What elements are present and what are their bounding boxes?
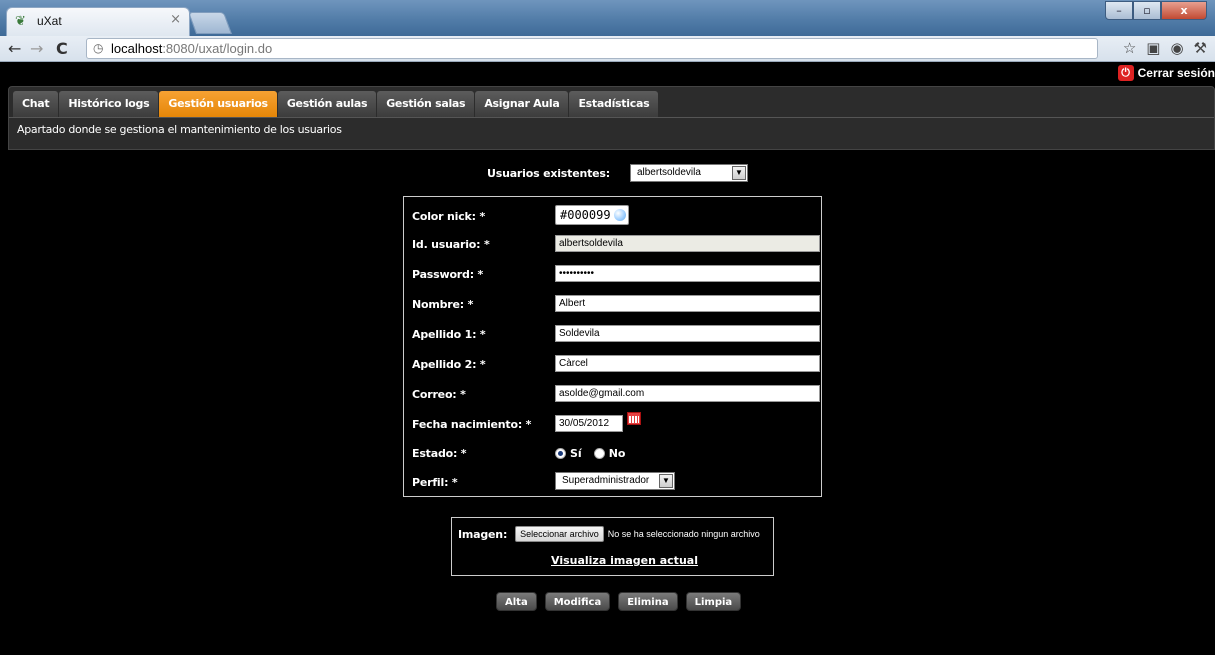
favicon-icon: ❦ (15, 14, 26, 29)
power-icon: ⏻ (1117, 65, 1134, 81)
logout-label: Cerrar sesión (1137, 66, 1215, 80)
chevron-down-icon: ▼ (659, 474, 673, 488)
users-select[interactable]: albertsoldevila ▼ (629, 164, 748, 182)
app-top-bar: ⏻ Cerrar sesión (0, 62, 1215, 86)
users-label: Usuarios existentes: (487, 166, 610, 180)
apellido2-input[interactable]: Càrcel (555, 355, 820, 372)
users-selector-row: Usuarios existentes: albertsoldevila ▼ (487, 164, 748, 182)
wrench-icon[interactable]: ⚒ (1194, 39, 1207, 57)
logout-button[interactable]: ⏻ Cerrar sesión (1117, 65, 1215, 81)
chevron-down-icon: ▼ (731, 166, 746, 180)
user-form: Color nick: * #000099 Id. usuario: * alb… (403, 196, 822, 497)
password-input[interactable]: •••••••••• (555, 265, 820, 282)
browser-tab-title: uXat (37, 14, 62, 28)
perfil-select[interactable]: Superadministrador ▼ (555, 472, 675, 490)
forward-icon[interactable]: → (30, 39, 43, 58)
apellido1-label: Apellido 1: * (412, 328, 486, 341)
tab-historico-logs[interactable]: Histórico logs (59, 91, 159, 117)
view-current-image-link[interactable]: Visualiza imagen actual (551, 554, 698, 567)
perfil-label: Perfil: * (412, 476, 458, 489)
apellido1-input[interactable]: Soldevila (555, 325, 820, 342)
perfil-selected-value: Superadministrador (562, 475, 650, 486)
users-selected-value: albertsoldevila (636, 167, 701, 178)
color-nick-input[interactable]: #000099 (555, 205, 629, 225)
browser-tool-icons: ☆ ▣ ◉ ⚒ (1123, 39, 1207, 57)
password-label: Password: * (412, 268, 484, 281)
file-status-text: No se ha seleccionado ningun archivo (607, 529, 760, 539)
reload-icon[interactable]: C (56, 39, 68, 58)
app-header: Chat Histórico logs Gestión usuarios Ges… (8, 86, 1215, 150)
estado-no-label: No (608, 447, 626, 460)
calendar-icon[interactable] (627, 412, 641, 425)
tab-chat[interactable]: Chat (13, 91, 59, 117)
back-icon[interactable]: ← (8, 39, 21, 58)
id-usuario-input[interactable]: albertsoldevila (555, 235, 820, 252)
color-nick-label: Color nick: * (412, 210, 486, 223)
header-divider (9, 117, 1214, 118)
extension-icon[interactable]: ▣ (1146, 39, 1160, 57)
form-actions: Alta Modifica Elimina Limpia (496, 592, 742, 611)
url-path: :8080/uxat/login.do (162, 41, 273, 56)
fecha-input[interactable]: 30/05/2012 (555, 415, 623, 432)
color-picker-icon[interactable] (614, 209, 626, 221)
url-host: localhost (111, 41, 163, 56)
estado-no-radio[interactable] (593, 448, 605, 459)
image-upload-box: Imagen: Seleccionar archivo No se ha sel… (451, 517, 774, 576)
close-window-button[interactable]: x (1161, 1, 1207, 20)
id-usuario-label: Id. usuario: * (412, 238, 490, 251)
address-bar[interactable]: ◷ localhost:8080/uxat/login.do (86, 38, 1098, 59)
select-file-button[interactable]: Seleccionar archivo (515, 526, 604, 542)
browser-toolbar: ← → C ◷ localhost:8080/uxat/login.do ☆ ▣… (0, 36, 1215, 62)
fecha-label: Fecha nacimiento: * (412, 418, 532, 431)
window-controls: – ▫ x (1105, 1, 1207, 20)
tab-close-icon[interactable]: × (170, 12, 181, 27)
section-description: Apartado donde se gestiona el mantenimie… (17, 123, 342, 136)
chrome-extension-icon[interactable]: ◉ (1170, 39, 1183, 57)
tab-gestion-usuarios[interactable]: Gestión usuarios (159, 91, 277, 117)
elimina-button[interactable]: Elimina (618, 592, 678, 611)
page-info-icon[interactable]: ◷ (93, 41, 103, 55)
maximize-button[interactable]: ▫ (1133, 1, 1161, 20)
browser-tab[interactable]: ❦ uXat × (6, 7, 190, 36)
image-label: Imagen: (458, 527, 508, 541)
nombre-input[interactable]: Albert (555, 295, 820, 312)
browser-title-bar: ❦ uXat × – ▫ x (0, 0, 1215, 36)
estado-label: Estado: * (412, 447, 467, 460)
color-nick-value: #000099 (560, 208, 611, 222)
correo-input[interactable]: asolde@gmail.com (555, 385, 820, 402)
estado-radio-group: Sí No (555, 447, 633, 460)
image-upload-row: Imagen: Seleccionar archivo No se ha sel… (458, 526, 760, 542)
alta-button[interactable]: Alta (496, 592, 537, 611)
main-nav: Chat Histórico logs Gestión usuarios Ges… (13, 91, 659, 117)
tab-asignar-aula[interactable]: Asignar Aula (475, 91, 569, 117)
url-text: localhost:8080/uxat/login.do (111, 41, 272, 56)
new-tab-button[interactable] (187, 12, 233, 34)
tab-estadisticas[interactable]: Estadísticas (569, 91, 659, 117)
modifica-button[interactable]: Modifica (544, 592, 611, 611)
tab-gestion-salas[interactable]: Gestión salas (377, 91, 475, 117)
correo-label: Correo: * (412, 388, 466, 401)
tab-gestion-aulas[interactable]: Gestión aulas (277, 91, 377, 117)
limpia-button[interactable]: Limpia (685, 592, 742, 611)
nombre-label: Nombre: * (412, 298, 474, 311)
estado-si-label: Sí (570, 447, 582, 460)
minimize-button[interactable]: – (1105, 1, 1133, 20)
estado-si-radio[interactable] (555, 448, 566, 459)
bookmark-star-icon[interactable]: ☆ (1123, 39, 1136, 57)
page-content: ⏻ Cerrar sesión Chat Histórico logs Gest… (0, 62, 1215, 655)
apellido2-label: Apellido 2: * (412, 358, 486, 371)
